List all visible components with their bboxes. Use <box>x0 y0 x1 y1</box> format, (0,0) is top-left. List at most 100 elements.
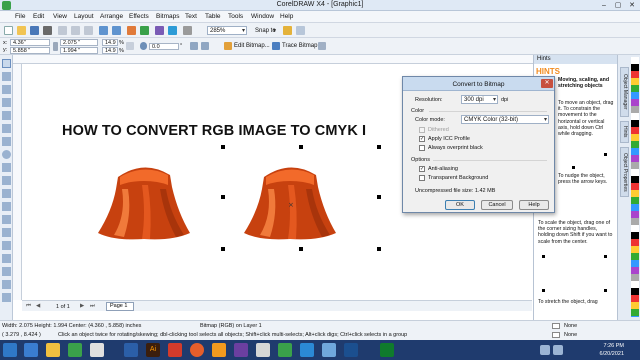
smart-fill-tool-icon[interactable] <box>2 124 11 133</box>
illustrator-icon[interactable]: Ai <box>146 343 160 357</box>
paste-icon[interactable] <box>84 26 93 35</box>
cut-icon[interactable] <box>58 26 67 35</box>
fill-tool-icon[interactable] <box>2 280 11 289</box>
tab-page-1[interactable]: Page 1 <box>106 302 134 311</box>
vlc-icon[interactable] <box>212 343 226 357</box>
customize-icon[interactable] <box>296 26 305 35</box>
mirror-horizontal-icon[interactable] <box>190 42 198 50</box>
coreldraw-active-icon[interactable] <box>278 343 292 357</box>
word-icon[interactable] <box>124 343 138 357</box>
rotation-angle-field[interactable]: 0.0 <box>149 43 179 50</box>
clock-time[interactable]: 7:26 PM <box>590 343 624 349</box>
apply-icc-checkbox[interactable]: ✓ <box>419 136 425 142</box>
transparent-background-checkbox[interactable] <box>419 175 425 181</box>
edit-bitmap-button[interactable]: Edit Bitmap... <box>234 43 270 49</box>
crop-tool-icon[interactable] <box>2 85 11 94</box>
export-icon[interactable] <box>140 26 149 35</box>
copy-icon[interactable] <box>71 26 80 35</box>
horizontal-ruler[interactable] <box>13 55 533 64</box>
ok-button[interactable]: OK <box>445 200 475 210</box>
selection-handle[interactable] <box>377 247 381 251</box>
welcome-screen-icon[interactable] <box>168 26 177 35</box>
app-icon[interactable] <box>256 343 270 357</box>
file-explorer-icon[interactable] <box>46 343 60 357</box>
print-icon[interactable] <box>43 26 52 35</box>
dithered-checkbox[interactable] <box>419 127 425 133</box>
menu-help[interactable]: Help <box>280 13 293 20</box>
selection-handle[interactable] <box>299 247 303 251</box>
zoom-level-select[interactable]: 285% <box>207 26 247 35</box>
fill-swatch-icon[interactable] <box>552 323 560 329</box>
eyedropper-tool-icon[interactable] <box>2 254 11 263</box>
vertical-ruler[interactable] <box>13 64 22 300</box>
trace-bitmap-button[interactable]: Trace Bitmap <box>282 43 317 49</box>
pick-tool-icon[interactable] <box>2 59 11 68</box>
wrap-text-icon[interactable] <box>318 42 326 50</box>
rectangle-tool-icon[interactable] <box>2 137 11 146</box>
x-position-field[interactable]: 4.36" <box>10 39 50 46</box>
firefox-icon[interactable] <box>190 343 204 357</box>
menu-text[interactable]: Text <box>185 13 197 20</box>
menu-edit[interactable]: Edit <box>33 13 44 20</box>
media-player-icon[interactable] <box>90 343 104 357</box>
tray-app-icon[interactable] <box>380 343 394 357</box>
menu-view[interactable]: View <box>53 13 67 20</box>
menu-layout[interactable]: Layout <box>74 13 94 20</box>
outline-swatch-icon[interactable] <box>552 332 560 338</box>
import-icon[interactable] <box>127 26 136 35</box>
resolution-select[interactable]: 300 dpi <box>461 95 498 104</box>
color-palette[interactable] <box>631 57 639 317</box>
selection-handle[interactable] <box>377 195 381 199</box>
photoshop-icon[interactable] <box>344 343 358 357</box>
freehand-tool-icon[interactable] <box>2 111 11 120</box>
menu-effects[interactable]: Effects <box>129 13 149 20</box>
internet-explorer-icon[interactable] <box>24 343 38 357</box>
options-icon[interactable] <box>183 26 192 35</box>
first-page-icon[interactable]: ⏮ <box>26 303 31 310</box>
connector-tool-icon[interactable] <box>2 228 11 237</box>
table-tool-icon[interactable] <box>2 202 11 211</box>
menu-table[interactable]: Table <box>205 13 221 20</box>
menu-bitmaps[interactable]: Bitmaps <box>156 13 179 20</box>
previous-page-icon[interactable]: ◀ <box>36 303 40 309</box>
volume-icon[interactable] <box>553 345 563 355</box>
next-page-icon[interactable]: ▶ <box>80 303 84 309</box>
photo-app-icon[interactable] <box>300 343 314 357</box>
snap-icon[interactable] <box>283 26 292 35</box>
last-page-icon[interactable]: ⏭ <box>90 303 95 310</box>
anti-aliasing-checkbox[interactable]: ✓ <box>419 166 425 172</box>
interactive-blend-tool-icon[interactable] <box>2 241 11 250</box>
height-field[interactable]: 1.994 " <box>60 47 98 54</box>
ellipse-tool-icon[interactable] <box>2 150 11 159</box>
tab-object-manager[interactable]: Object Manager <box>620 67 629 117</box>
selection-handle[interactable] <box>221 247 225 251</box>
maximize-button[interactable]: ▢ <box>611 1 625 10</box>
undo-icon[interactable] <box>99 26 108 35</box>
network-icon[interactable] <box>540 345 550 355</box>
new-document-icon[interactable] <box>4 26 13 35</box>
minimize-button[interactable]: – <box>597 1 611 10</box>
width-field[interactable]: 2.075 " <box>60 39 98 46</box>
selection-handle[interactable] <box>299 145 303 149</box>
close-button[interactable]: ✕ <box>625 1 639 10</box>
redo-icon[interactable] <box>112 26 121 35</box>
dialog-close-button[interactable]: ✕ <box>541 79 553 88</box>
premiere-icon[interactable] <box>234 343 248 357</box>
menu-tools[interactable]: Tools <box>228 13 243 20</box>
y-position-field[interactable]: 5.858 " <box>10 47 50 54</box>
scale-width-field[interactable]: 14.9 <box>102 39 118 46</box>
save-icon[interactable] <box>30 26 39 35</box>
application-launcher-icon[interactable] <box>155 26 164 35</box>
outline-tool-icon[interactable] <box>2 267 11 276</box>
start-button-icon[interactable] <box>3 343 17 357</box>
menu-arrange[interactable]: Arrange <box>100 13 123 20</box>
selection-handle[interactable] <box>377 145 381 149</box>
interactive-fill-tool-icon[interactable] <box>2 293 11 302</box>
scale-height-field[interactable]: 14.9 <box>102 47 118 54</box>
clock-date[interactable]: 6/20/2021 <box>590 351 624 357</box>
open-folder-icon[interactable] <box>17 26 26 35</box>
draped-cloth-image-right[interactable]: × <box>244 159 336 241</box>
polygon-tool-icon[interactable] <box>2 163 11 172</box>
menu-window[interactable]: Window <box>251 13 274 20</box>
tab-object-properties[interactable]: Object Properties <box>620 147 629 197</box>
